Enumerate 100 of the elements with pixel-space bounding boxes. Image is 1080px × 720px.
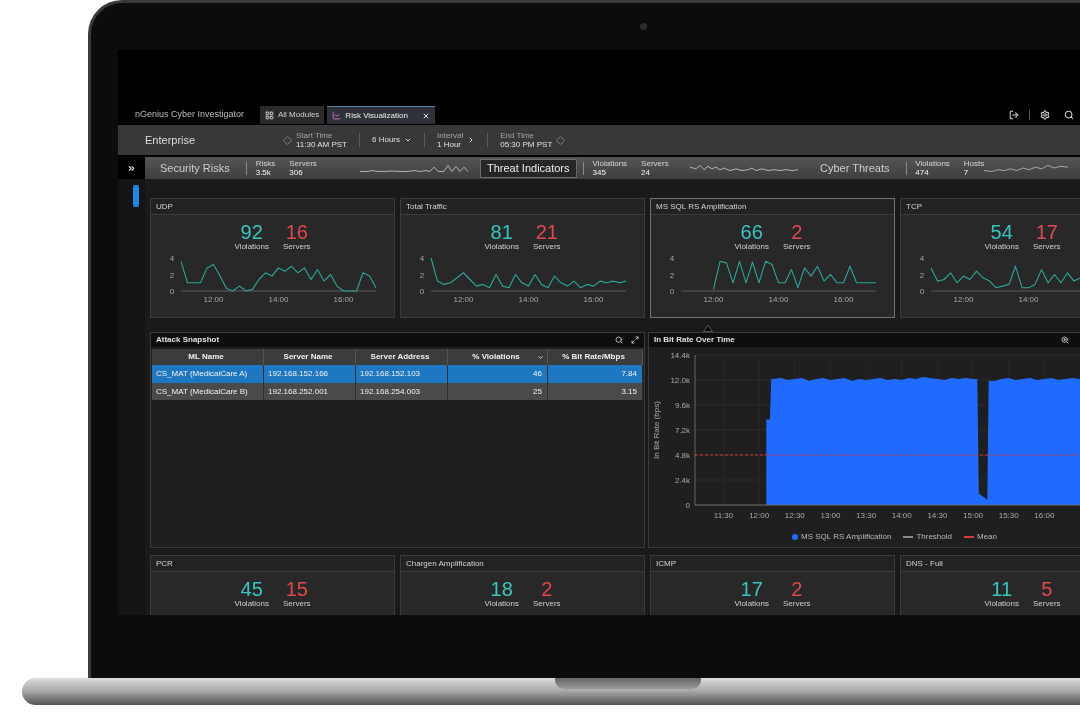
table-cell: CS_MAT (MedicalCare B) [152, 383, 264, 400]
summary-tab[interactable]: Security Risks [150, 158, 240, 178]
table-row[interactable]: CS_MAT (MedicalCare A) 192.168.152.166 192.168.152.103 46 7.84 [152, 365, 643, 383]
stat-value: 7 [963, 168, 970, 177]
stat-label: Servers [533, 242, 561, 252]
tick-label: 12:00 [203, 295, 224, 304]
search-icon[interactable] [1064, 110, 1074, 120]
stat-caption: Violations [915, 159, 950, 168]
stat-number: 54 [990, 222, 1013, 242]
sort-caret-icon [537, 353, 544, 361]
card-title: MS SQL RS Amplification [651, 199, 894, 215]
stat-label: Violations [734, 242, 769, 252]
tab[interactable]: Risk Visualization [327, 106, 435, 124]
stat-caption: Servers [641, 159, 669, 168]
tick-label: 14:30 [927, 511, 948, 520]
tick-label: 2.4k [674, 476, 690, 485]
table-cell: 192.168.252.001 [264, 383, 356, 400]
tick-label: 14:00 [768, 295, 789, 304]
summary-tab[interactable]: Threat Indicators [480, 158, 577, 178]
tick-label: 16:00 [583, 295, 604, 304]
tick-label: 16:00 [333, 295, 354, 304]
tick-label: 16:00 [833, 295, 854, 304]
interval-stepper[interactable]: Interval 1 Hour [437, 130, 476, 150]
stat-caption: Servers [289, 159, 317, 168]
stat-number: 16 [285, 222, 308, 242]
double-chevron-icon[interactable] [127, 163, 136, 173]
settings-icon[interactable] [1040, 110, 1050, 120]
tick-label: 2 [169, 270, 175, 280]
tab[interactable]: All Modules [260, 106, 325, 124]
sidebar-handle[interactable] [133, 185, 139, 207]
tick-label: 4 [919, 254, 925, 263]
tick-label: 0 [919, 287, 925, 296]
stat-number: 66 [740, 222, 763, 242]
zoom-icon[interactable] [1061, 336, 1069, 344]
tick-label: 0 [169, 287, 175, 296]
stat-label: Servers [283, 242, 311, 252]
table-cell: 3.15 [548, 383, 643, 400]
tick-label: 2 [669, 270, 675, 280]
tick-label: 13:00 [820, 511, 841, 520]
metric-card[interactable]: TCP 54 Violations 17 Servers 12:00 14:00 0 2 4 [900, 198, 1080, 318]
time-picker[interactable]: End Time 05:30 PM PST [500, 130, 566, 150]
card-title: DNS - Full [901, 556, 1080, 572]
exit-icon[interactable] [1009, 110, 1019, 120]
metric-card[interactable]: Chargen Amplification 18 Violations 2 Servers [400, 555, 645, 615]
stat-number: 17 [1035, 222, 1058, 242]
tick-label: 0 [685, 501, 690, 510]
tick-label: 4 [669, 254, 675, 263]
tick-label: 11:30 [713, 511, 734, 520]
expand-icon[interactable] [631, 336, 639, 344]
stat-caption: Hosts [963, 159, 985, 168]
tick-label: 4.8k [674, 451, 690, 460]
stat-number: 15 [285, 579, 308, 599]
stat-label: Violations [734, 599, 769, 609]
tick-label: 12:00 [749, 511, 770, 520]
metric-card[interactable]: DNS - Full 11 Violations 5 Servers [900, 555, 1080, 615]
panel-title: Attack Snapshot [156, 334, 220, 346]
card-title: PCR [151, 556, 394, 572]
table-row[interactable]: CS_MAT (MedicalCare B) 192.168.252.001 192.168.254.003 25 3.15 [152, 383, 643, 400]
stat-caption: Violations [592, 159, 628, 168]
legend-label: Threshold [916, 531, 952, 543]
tick-label: 2 [919, 270, 925, 280]
stat-number: 5 [1041, 579, 1053, 599]
close-icon[interactable] [421, 111, 430, 120]
time-picker[interactable]: Start Time 11:30 AM PST [283, 130, 347, 150]
chart-icon [332, 111, 342, 120]
tick-label: 12:00 [953, 295, 974, 304]
search-icon[interactable] [615, 336, 623, 344]
stat-number: 81 [490, 222, 513, 242]
stat-caption: Risks [255, 159, 276, 168]
stat-number: 2 [541, 579, 553, 599]
tick-label: 7.2k [674, 426, 690, 435]
stat-label: Violations [484, 599, 519, 609]
grid-icon [265, 110, 274, 120]
card-title: ICMP [651, 556, 894, 572]
table-cell: 25 [448, 383, 548, 400]
tick-label: 14:00 [891, 511, 912, 520]
range-dropdown[interactable]: 6 Hours [372, 135, 412, 145]
metric-card[interactable]: ICMP 17 Violations 2 Servers [650, 555, 895, 615]
tick-label: 15:30 [998, 511, 1019, 520]
metric-card[interactable]: Total Traffic 81 Violations 21 Servers 12:00 14:00 16:00 0 2 4 [400, 198, 645, 318]
card-title: UDP [151, 199, 394, 215]
axis-title: In Bit Rate (bps) [652, 401, 661, 459]
stat-value: 3.5k [255, 168, 272, 177]
metric-card[interactable]: MS SQL RS Amplification 66 Violations 2 Servers 12:00 14:00 16:00 0 2 4 [650, 198, 895, 318]
metric-card[interactable]: UDP 92 Violations 16 Servers 12:00 14:00 16:00 0 2 4 [150, 198, 395, 318]
stat-value: 345 [592, 168, 607, 177]
stat-label: Violations [984, 599, 1019, 609]
stat-value: 24 [641, 168, 651, 177]
tick-label: 14.4k [670, 351, 690, 360]
stat-label: Servers [783, 599, 811, 609]
stat-label: Violations [234, 242, 269, 252]
stat-label: Servers [1033, 242, 1061, 252]
card-title: TCP [901, 199, 1080, 215]
stat-label: Violations [984, 242, 1019, 252]
metric-card[interactable]: PCR 45 Violations 15 Servers [150, 555, 395, 615]
summary-tab[interactable]: Cyber Threats [810, 158, 900, 178]
tick-label: 16:00 [1034, 511, 1055, 520]
legend-label: Mean [977, 531, 997, 543]
diamond-icon [283, 135, 292, 145]
stat-number: 18 [490, 579, 513, 599]
